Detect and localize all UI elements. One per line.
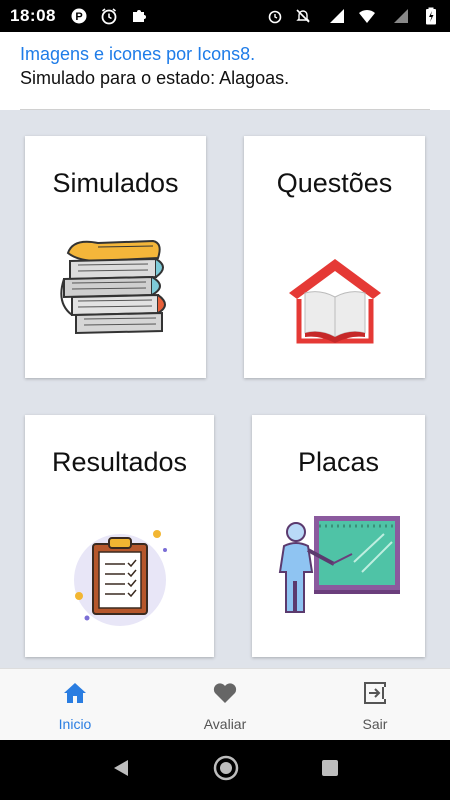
header: Imagens e icones por Icons8. Simulado pa… [0,32,450,110]
alarm-clock-icon [100,7,118,25]
main-grid: Simulados Questões Resultados Placas [0,110,450,668]
alarm-icon [266,7,284,25]
system-nav-bar [0,740,450,800]
exit-icon [362,681,388,710]
home-button[interactable] [212,754,240,787]
status-time: 18:08 [10,6,56,25]
book-house-icon [285,253,385,358]
parking-app-icon: P [70,7,88,25]
icons8-credit-link[interactable]: Imagens e icones por Icons8. [20,42,430,66]
nav-avaliar-label: Avaliar [203,716,247,732]
recents-button[interactable] [320,758,340,783]
nav-inicio-label: Inicio [58,716,92,732]
nav-sair-label: Sair [362,716,388,732]
notifications-off-icon [294,7,312,25]
state-subtitle: Simulado para o estado: Alagoas. [20,68,290,88]
heart-icon [212,681,238,710]
home-icon [62,681,88,710]
card-questoes-label: Questões [276,168,393,198]
nav-inicio[interactable]: Inicio [0,669,150,740]
card-placas[interactable]: Placas [252,415,425,657]
card-resultados[interactable]: Resultados [25,415,214,657]
teacher-board-icon [274,512,404,637]
nav-avaliar[interactable]: Avaliar [150,669,300,740]
books-stack-icon [58,233,173,358]
card-questoes[interactable]: Questões [244,136,425,378]
nav-sair[interactable]: Sair [300,669,450,740]
signal-4g-plus-icon [386,7,412,25]
wifi-icon [358,7,376,25]
clipboard-icon [65,522,175,637]
back-button[interactable] [110,757,132,784]
svg-text:P: P [75,11,82,23]
status-bar: 18:08 P [0,0,450,32]
card-simulados[interactable]: Simulados [25,136,206,378]
signal-4g-icon [322,7,348,25]
card-resultados-label: Resultados [51,447,188,477]
battery-icon [422,7,440,25]
card-placas-label: Placas [297,447,380,477]
card-simulados-label: Simulados [52,168,179,198]
puzzle-icon [130,7,148,25]
bottom-nav: Inicio Avaliar Sair [0,668,450,740]
